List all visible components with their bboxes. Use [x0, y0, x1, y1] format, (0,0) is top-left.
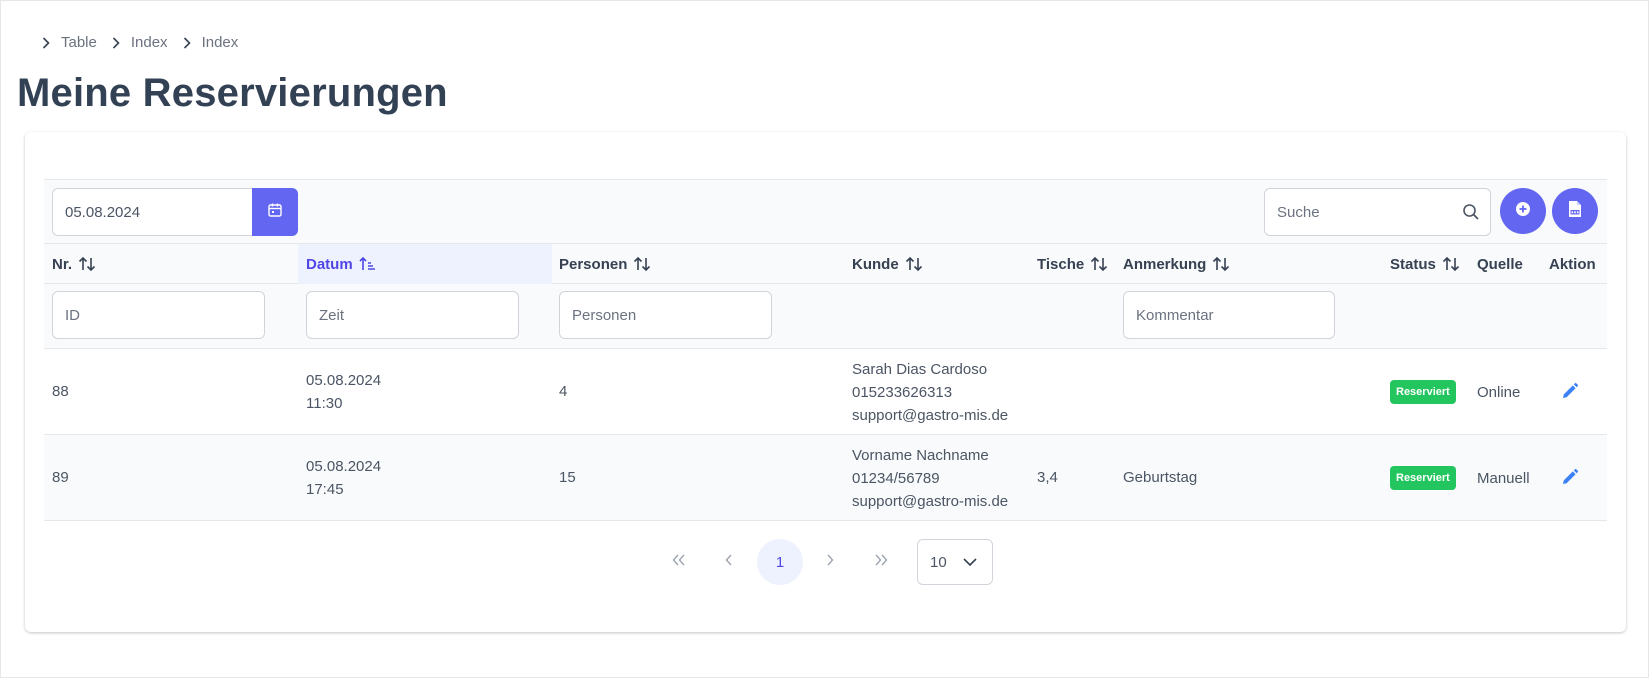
search-field[interactable]: [1264, 188, 1491, 236]
cell-time: 11:30: [306, 395, 343, 412]
column-header-datum[interactable]: Datum: [298, 244, 552, 284]
previous-page-button[interactable]: [706, 539, 752, 585]
cell-anmerkung: Geburtstag: [1123, 469, 1198, 486]
cell-nr: 89: [52, 469, 69, 486]
cell-quelle: Manuell: [1477, 470, 1530, 487]
column-label: Nr.: [52, 255, 73, 273]
column-label: Aktion: [1549, 255, 1596, 273]
pdf-file-icon: [1567, 200, 1583, 223]
sort-ascending-icon: [359, 256, 377, 272]
chevron-right-icon: [180, 36, 194, 50]
breadcrumb-item[interactable]: Index: [202, 34, 239, 51]
page-title: Meine Reservierungen: [17, 71, 448, 115]
app-frame: Table Index Index Meine Reservierungen 0…: [0, 0, 1649, 678]
column-header-quelle: Quelle: [1477, 244, 1523, 284]
page-button-current[interactable]: 1: [757, 539, 803, 585]
add-reservation-button[interactable]: [1500, 188, 1546, 234]
column-header-aktion: Aktion: [1549, 244, 1596, 284]
column-label: Kunde: [852, 255, 899, 273]
chevron-down-icon: [962, 555, 978, 569]
cell-date: 05.08.2024: [306, 458, 382, 475]
cell-nr: 88: [52, 383, 69, 400]
breadcrumb: Table Index Index: [39, 34, 250, 51]
sort-icon: [1442, 256, 1460, 272]
calendar-button[interactable]: [252, 188, 298, 236]
column-header-personen[interactable]: Personen: [559, 244, 651, 284]
filter-row: [44, 284, 1607, 349]
cell-tische: 3,4: [1037, 469, 1058, 486]
breadcrumb-item[interactable]: Table: [61, 34, 97, 51]
export-pdf-button[interactable]: [1552, 188, 1598, 234]
search-input[interactable]: [1265, 189, 1445, 235]
double-chevron-left-icon: [671, 553, 687, 571]
sort-icon: [1090, 256, 1108, 272]
cell-kunde-email: support@gastro-mis.de: [852, 407, 1009, 424]
cell-date: 05.08.2024: [306, 372, 382, 389]
rows-per-page-value: 10: [930, 553, 947, 571]
status-badge: Reserviert: [1390, 466, 1456, 490]
cell-kunde-name: Vorname Nachname: [852, 447, 989, 464]
chevron-right-icon: [824, 553, 836, 571]
column-header-tische[interactable]: Tische: [1037, 244, 1108, 284]
id-filter-input[interactable]: [52, 291, 265, 339]
time-filter-input[interactable]: [306, 291, 519, 339]
cell-kunde-name: Sarah Dias Cardoso: [852, 361, 988, 378]
plus-circle-icon: [1515, 201, 1531, 222]
edit-pencil-icon[interactable]: [1561, 382, 1579, 400]
breadcrumb-item[interactable]: Index: [131, 34, 168, 51]
cell-quelle: Online: [1477, 384, 1521, 401]
column-label: Personen: [559, 255, 628, 273]
cell-time: 17:45: [306, 481, 344, 498]
persons-filter-input[interactable]: [559, 291, 772, 339]
column-label: Datum: [306, 255, 353, 273]
comment-filter-input[interactable]: [1123, 291, 1335, 339]
cell-kunde-phone: 015233626313: [852, 384, 953, 401]
table-header: Nr. Datum Personen Kunde Tische Anmerkun…: [44, 244, 1607, 284]
edit-pencil-icon[interactable]: [1561, 468, 1579, 486]
last-page-button[interactable]: [858, 539, 904, 585]
column-label: Anmerkung: [1123, 255, 1207, 273]
sort-icon: [78, 256, 96, 272]
column-label: Status: [1390, 255, 1436, 273]
calendar-icon: [267, 202, 283, 223]
search-icon: [1462, 203, 1480, 221]
sort-icon: [1212, 256, 1230, 272]
cell-personen: 4: [559, 383, 568, 400]
sort-icon: [905, 256, 923, 272]
double-chevron-right-icon: [873, 553, 889, 571]
sort-icon: [633, 256, 651, 272]
column-header-anmerkung[interactable]: Anmerkung: [1123, 244, 1230, 284]
rows-per-page-select[interactable]: 10: [917, 539, 993, 585]
column-header-kunde[interactable]: Kunde: [852, 244, 923, 284]
first-page-button[interactable]: [656, 539, 702, 585]
column-label: Tische: [1037, 255, 1085, 273]
column-header-status[interactable]: Status: [1390, 244, 1460, 284]
date-picker-input[interactable]: 05.08.2024: [52, 188, 252, 236]
table-toolbar: 05.08.2024: [44, 179, 1607, 244]
cell-kunde-phone: 01234/56789: [852, 470, 940, 487]
column-label: Quelle: [1477, 255, 1523, 273]
column-header-nr[interactable]: Nr.: [52, 244, 96, 284]
pagination: 1 10: [1, 539, 1649, 587]
table-row[interactable]: 89 05.08.2024 17:45 15 Vorname Nachname …: [44, 435, 1607, 521]
next-page-button[interactable]: [807, 539, 853, 585]
chevron-right-icon: [109, 36, 123, 50]
status-badge: Reserviert: [1390, 380, 1456, 404]
chevron-right-icon: [39, 36, 53, 50]
table-row[interactable]: 88 05.08.2024 11:30 4 Sarah Dias Cardoso…: [44, 349, 1607, 435]
cell-kunde-email: support@gastro-mis.de: [852, 493, 1009, 510]
cell-personen: 15: [559, 469, 576, 486]
chevron-left-icon: [723, 553, 735, 571]
